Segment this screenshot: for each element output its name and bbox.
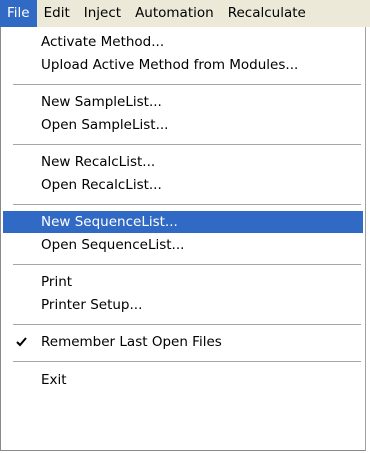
menu-item-open-samplelist[interactable]: Open SampleList... [3, 114, 363, 136]
menu-separator [13, 144, 361, 145]
checkmark-icon [16, 331, 27, 353]
menu-item-open-recalclist[interactable]: Open RecalcList... [3, 174, 363, 196]
menu-file[interactable]: File [0, 0, 37, 27]
menu-separator [13, 264, 361, 265]
menu-item-remember-last-open-files[interactable]: Remember Last Open Files [3, 331, 363, 353]
menu-item-activate-method[interactable]: Activate Method... [3, 31, 363, 53]
menu-edit[interactable]: Edit [37, 0, 77, 27]
menu-separator [13, 84, 361, 85]
menu-item-printer-setup[interactable]: Printer Setup... [3, 294, 363, 316]
menu-separator [13, 324, 361, 325]
menu-item-new-samplelist[interactable]: New SampleList... [3, 91, 363, 113]
menu-item-exit[interactable]: Exit [3, 369, 363, 391]
menu-separator [13, 361, 361, 362]
menu-bar: File Edit Inject Automation Recalculate [0, 0, 370, 27]
menu-inject[interactable]: Inject [77, 0, 128, 27]
file-menu-dropdown: Activate Method... Upload Active Method … [0, 27, 366, 451]
menu-item-new-sequencelist[interactable]: New SequenceList... [3, 211, 363, 233]
menu-item-upload-active-method[interactable]: Upload Active Method from Modules... [3, 54, 363, 76]
menu-item-new-recalclist[interactable]: New RecalcList... [3, 151, 363, 173]
menu-automation[interactable]: Automation [128, 0, 221, 27]
menu-item-label: Remember Last Open Files [41, 334, 222, 350]
menu-recalculate[interactable]: Recalculate [221, 0, 313, 27]
menu-separator [13, 204, 361, 205]
menu-item-print[interactable]: Print [3, 271, 363, 293]
menu-item-open-sequencelist[interactable]: Open SequenceList... [3, 234, 363, 256]
